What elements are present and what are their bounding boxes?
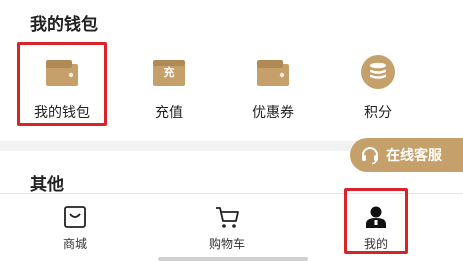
tab-label: 商城 [62, 237, 87, 251]
wallet-page: 我的钱包 我的钱包 充 充值 优惠券 积分 其他 在线客服 商城 购物车 我的 [0, 0, 463, 261]
online-service-button[interactable]: 在线客服 [350, 138, 463, 172]
online-service-label: 在线客服 [386, 148, 442, 164]
wallet-item-points[interactable]: 积分 [332, 46, 424, 126]
headset-icon [362, 147, 378, 165]
mine-tab-highlight-box [344, 188, 408, 254]
points-coins-icon [361, 55, 395, 89]
cart-icon [216, 207, 239, 228]
wallet-item-recharge[interactable]: 充 充值 [123, 46, 215, 126]
home-indicator [158, 257, 308, 261]
my-wallet-highlight-box [17, 42, 107, 126]
coupon-wallet-icon [257, 60, 289, 86]
tab-label: 购物车 [208, 237, 245, 251]
wallet-item-label: 积分 [364, 105, 392, 121]
tab-shop[interactable]: 商城 [30, 194, 120, 256]
shop-bag-icon [64, 206, 86, 228]
recharge-badge-text: 充 [163, 66, 175, 79]
wallet-item-coupons[interactable]: 优惠券 [227, 46, 319, 126]
wallet-item-label: 充值 [155, 105, 183, 121]
wallet-item-label: 优惠券 [252, 105, 294, 121]
tab-cart[interactable]: 购物车 [182, 194, 272, 256]
other-section-title: 其他 [30, 175, 64, 195]
wallet-section-title: 我的钱包 [30, 15, 98, 35]
